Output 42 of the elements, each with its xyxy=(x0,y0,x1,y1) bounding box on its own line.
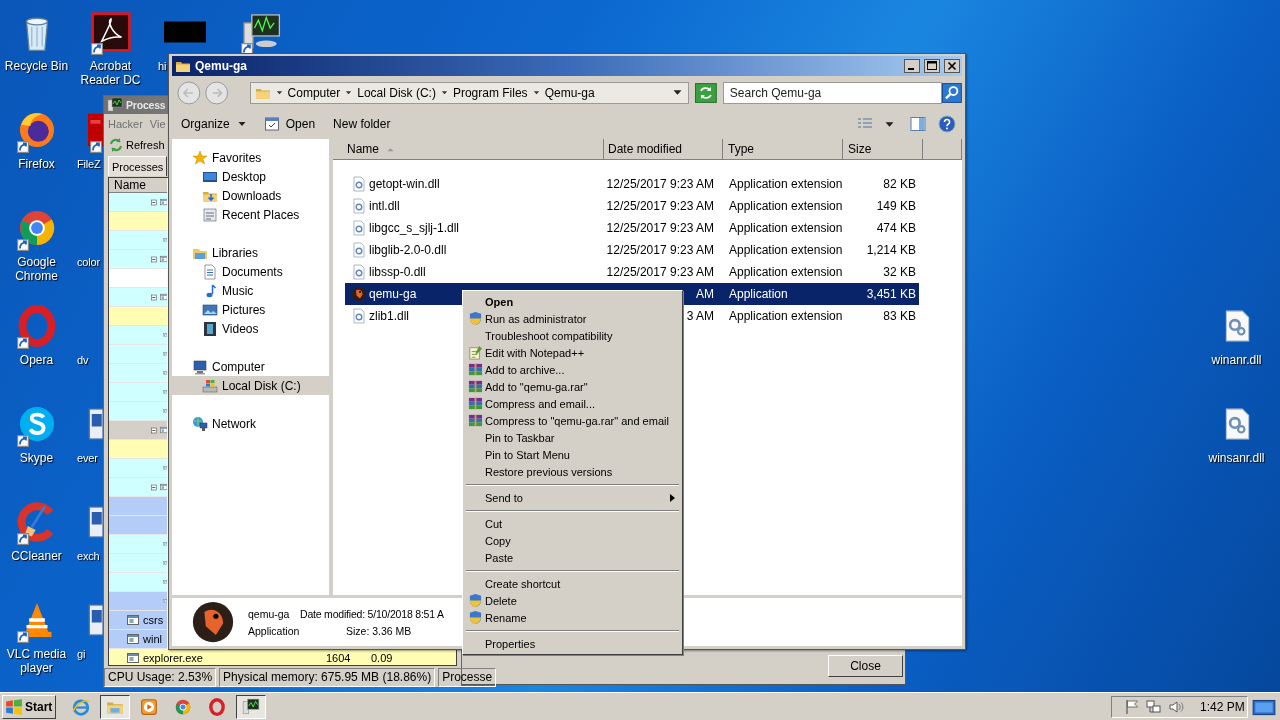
size-cell-text: 83 KB xyxy=(882,309,917,323)
file-name: zlib1.dll xyxy=(369,309,410,323)
size-cell-text: 82 KB xyxy=(882,177,917,191)
type-cell-text: Application extension xyxy=(728,243,843,257)
date-modified-text: Date modified: 5/10/2018 8:51 A xyxy=(300,607,444,620)
date-cell-text: 12/25/2017 9:23 AM xyxy=(605,177,715,191)
size-cell-text: 1,214 KB xyxy=(865,243,917,257)
window-title: Qemu-ga xyxy=(195,59,247,73)
file-name: intl.dll xyxy=(369,199,400,213)
file-size-text: Size: 3.36 MB xyxy=(345,624,413,637)
window-title: Process xyxy=(126,98,166,111)
size-cell-text: 474 KB xyxy=(875,221,917,235)
status-bar-field: Processe xyxy=(438,668,497,687)
type-cell-text: Application extension xyxy=(728,309,843,323)
date-cell-text: 3 AM xyxy=(685,309,715,323)
status-bar-field: Physical memory: 675.95 MB (18.86%) xyxy=(219,668,436,687)
file-name: libglib-2.0-0.dll xyxy=(369,243,447,257)
size-cell-text: 149 KB xyxy=(875,199,917,213)
file-name: libgcc_s_sjlj-1.dll xyxy=(369,221,460,235)
process-name: winl xyxy=(143,633,162,646)
status-bar-field: CPU Usage: 2.53% xyxy=(104,668,217,687)
process-name: explorer.exe xyxy=(143,652,203,665)
type-cell-text: Application xyxy=(728,287,789,301)
type-cell-text: Application extension xyxy=(728,221,843,235)
date-cell-text: 12/25/2017 9:23 AM xyxy=(605,221,715,235)
date-cell-text: 12/25/2017 9:23 AM xyxy=(605,199,715,213)
date-cell-text: 12/25/2017 9:23 AM xyxy=(605,243,715,257)
cpu-cell: 0.09 xyxy=(371,652,393,665)
type-cell-text: Application extension xyxy=(728,199,843,213)
file-name: qemu-ga xyxy=(248,607,291,620)
size-cell-text: 3,451 KB xyxy=(865,287,917,301)
date-cell-text: AM xyxy=(695,287,715,301)
type-cell-text: Application extension xyxy=(728,177,843,191)
file-name: libssp-0.dll xyxy=(369,265,426,279)
date-cell-text: 12/25/2017 9:23 AM xyxy=(605,265,715,279)
process-name: csrs xyxy=(143,614,164,627)
file-name: getopt-win.dll xyxy=(369,177,440,191)
file-name: qemu-ga xyxy=(369,287,417,301)
size-cell-text: 32 KB xyxy=(882,265,917,279)
pid-cell-text: 1604 xyxy=(326,652,352,665)
type-cell-text: Application extension xyxy=(728,265,843,279)
file-type-text: Application xyxy=(248,624,300,637)
